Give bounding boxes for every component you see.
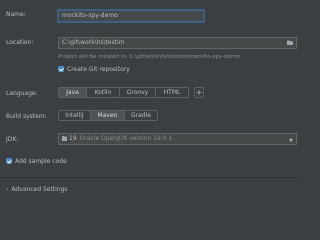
chevron-right-icon: › (6, 186, 9, 193)
build-option-maven[interactable]: Maven (91, 111, 125, 120)
jdk-name: 19 (69, 135, 77, 142)
location-input[interactable]: C:\git\work\hs\testim (58, 37, 297, 49)
build-option-gradle[interactable]: Gradle (125, 111, 157, 120)
plus-icon: + (195, 88, 203, 97)
chevron-down-icon: ▼ (289, 138, 293, 144)
build-system-selector: IntelliJ Maven Gradle (58, 110, 158, 121)
folder-icon (62, 136, 67, 141)
name-input[interactable]: mockito-spy-demo (58, 10, 204, 22)
build-system-label: Build system: (6, 113, 47, 120)
name-label: Name: (6, 11, 26, 18)
language-selector: Java Kotlin Groovy HTML (58, 87, 189, 98)
advanced-settings-label: Advanced Settings (11, 186, 68, 193)
language-option-kotlin[interactable]: Kotlin (87, 88, 120, 97)
divider (0, 177, 300, 178)
build-option-intellij[interactable]: IntelliJ (59, 111, 91, 120)
folder-icon[interactable] (287, 40, 293, 45)
location-hint: Project will be created in: C:\git\work\… (58, 54, 240, 60)
jdk-version: Oracle OpenJDK version 19.0.1 (79, 135, 173, 142)
sample-code-checkbox[interactable] (6, 158, 12, 164)
location-value: C:\git\work\hs\testim (62, 39, 125, 46)
language-label: Language: (6, 90, 38, 97)
language-option-html[interactable]: HTML (156, 88, 188, 97)
jdk-label: JDK: (6, 136, 19, 143)
jdk-combobox[interactable]: 19 Oracle OpenJDK version 19.0.1 ▼ (58, 133, 297, 145)
advanced-settings-toggle[interactable]: › Advanced Settings (6, 186, 68, 193)
location-label: Location: (6, 39, 34, 46)
create-git-label: Create Git repository (67, 66, 130, 73)
add-language-button[interactable]: + (194, 87, 204, 98)
language-option-java[interactable]: Java (59, 88, 87, 97)
sample-code-label: Add sample code (15, 158, 67, 165)
create-git-checkbox[interactable] (58, 66, 64, 72)
language-option-groovy[interactable]: Groovy (120, 88, 156, 97)
